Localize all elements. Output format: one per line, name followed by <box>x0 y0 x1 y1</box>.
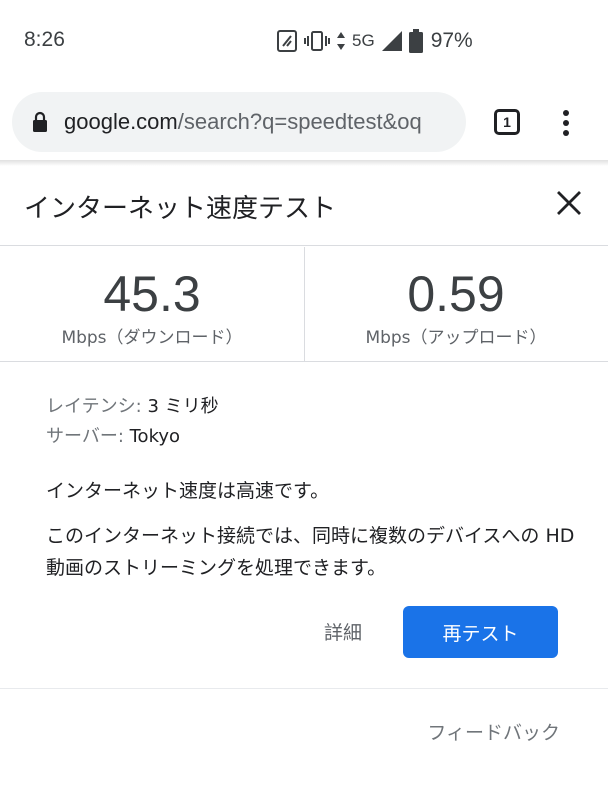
result-divider <box>304 247 305 362</box>
download-value: 45.3 <box>103 266 201 322</box>
latency-line: レイテンシ: 3 ミリ秒 <box>46 392 576 422</box>
overflow-menu-icon[interactable] <box>556 108 576 138</box>
server-label: サーバー: <box>46 426 124 447</box>
signal-icon <box>381 31 402 51</box>
status-icons: 5G 97% <box>276 28 473 54</box>
data-arrows-icon <box>337 32 345 50</box>
nfc-icon <box>277 30 297 52</box>
download-unit: Mbps（ダウンロード） <box>61 328 243 348</box>
url-path: /search?q=speedtest&oq <box>177 109 422 134</box>
status-time: 8:26 <box>24 28 65 51</box>
upload-value: 0.59 <box>407 266 505 322</box>
network-type: 5G <box>352 31 375 50</box>
url-host: google.com <box>64 109 178 134</box>
card-header: インターネット速度テスト <box>0 166 608 246</box>
card-title: インターネット速度テスト <box>24 194 337 224</box>
lock-icon[interactable] <box>32 111 48 133</box>
speed-summary: インターネット速度は高速です。 <box>46 480 330 502</box>
server-line: サーバー: Tokyo <box>46 422 576 452</box>
download-result: 45.3 Mbps（ダウンロード） <box>0 247 304 348</box>
latency-label: レイテンシ: <box>46 396 142 417</box>
upload-unit: Mbps（アップロード） <box>365 328 547 348</box>
tab-count: 1 <box>503 114 511 130</box>
status-bar: 8:26 5G 97% <box>0 0 608 80</box>
upload-result: 0.59 Mbps（アップロード） <box>304 247 608 348</box>
battery-percent: 97% <box>430 29 473 52</box>
url-text[interactable]: google.com/search?q=speedtest&oq <box>64 109 422 135</box>
tab-switcher-button[interactable]: 1 <box>494 109 520 135</box>
latency-value: 3 ミリ秒 <box>147 396 219 417</box>
retest-button[interactable]: 再テスト <box>403 606 558 658</box>
feedback-link[interactable]: フィードバック <box>427 718 560 745</box>
battery-icon <box>408 29 423 53</box>
speed-description: このインターネット接続では、同時に複数のデバイスへの HD 動画のストリーミング… <box>46 525 575 579</box>
server-value: Tokyo <box>129 426 181 447</box>
details-button[interactable]: 詳細 <box>324 618 362 645</box>
footer-divider <box>0 688 608 689</box>
vibrate-icon <box>304 31 330 51</box>
test-details: レイテンシ: 3 ミリ秒 サーバー: Tokyo <box>46 392 576 452</box>
url-bar[interactable]: google.com/search?q=speedtest&oq <box>12 92 466 152</box>
close-icon[interactable] <box>552 186 586 220</box>
